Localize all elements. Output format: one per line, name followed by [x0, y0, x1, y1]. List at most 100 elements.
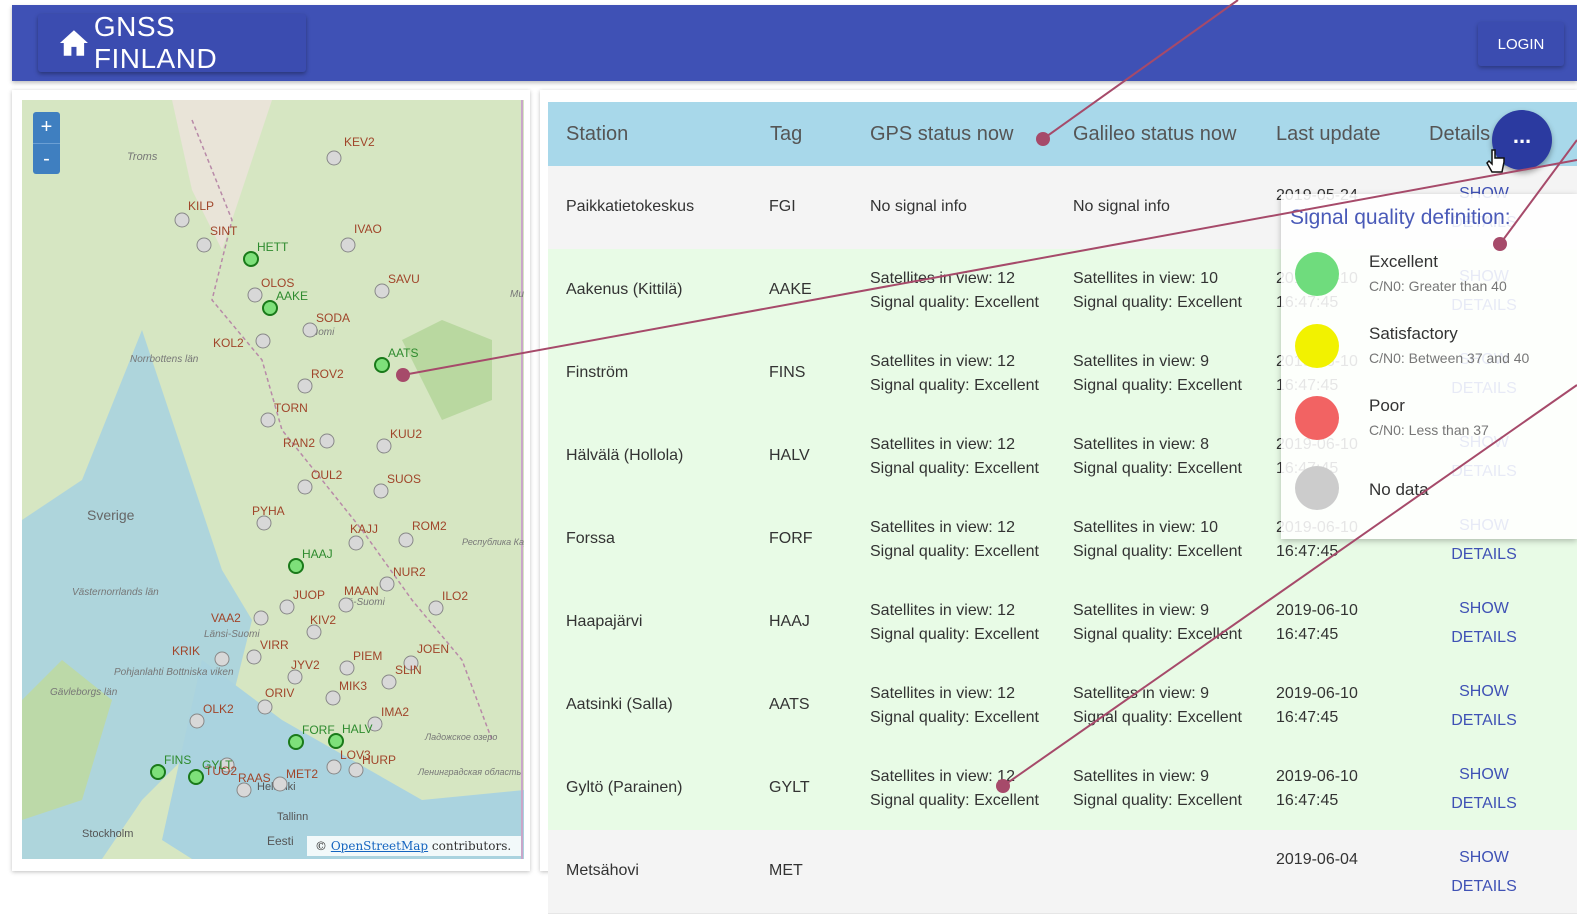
- station-label: VIRR: [260, 638, 289, 652]
- station-label: ORIV: [265, 686, 294, 700]
- station-name: Paikkatietokeskus: [566, 197, 695, 215]
- home-button[interactable]: GNSS FINLAND: [38, 11, 306, 74]
- map-svg[interactable]: Troms Norrbottens län Sverige Västernorr…: [22, 100, 524, 859]
- region-label: Республика Карелия: [462, 537, 524, 547]
- legend-item: No data: [1295, 466, 1575, 516]
- station-label: RAAS: [238, 771, 271, 785]
- station-label: SAVU: [388, 272, 420, 286]
- legend-dot: [1295, 466, 1339, 510]
- gps-status: Satellites in view: 12 Signal quality: Ex…: [870, 767, 1039, 809]
- station-label: HURP: [362, 753, 396, 767]
- station-label: ROM2: [412, 519, 447, 533]
- station-label: JUOP: [293, 588, 325, 602]
- mouse-cursor-icon: [1486, 149, 1505, 173]
- station-label: KRIK: [172, 644, 200, 658]
- station-map[interactable]: Troms Norrbottens län Sverige Västernorr…: [22, 100, 524, 859]
- station-label: OUL2: [311, 468, 343, 482]
- galileo-status: Satellites in view: 8 Signal quality: Exc…: [1073, 435, 1242, 477]
- station-label: AATS: [388, 346, 418, 360]
- galileo-status: Satellites in view: 9 Signal quality: Exc…: [1073, 601, 1242, 643]
- galileo-status: No signal info: [1073, 197, 1170, 215]
- gps-status: Satellites in view: 12 Signal quality: Ex…: [870, 269, 1039, 311]
- station-tag: FGI: [769, 197, 796, 215]
- station-name: Gyltö (Parainen): [566, 778, 683, 796]
- galileo-status: Satellites in view: 9 Signal quality: Exc…: [1073, 684, 1242, 726]
- show-details-link[interactable]: SHOWDETAILS: [1440, 677, 1528, 735]
- last-update: 2019-06-1016:47:45: [1276, 601, 1358, 643]
- station-marker-ran2[interactable]: RAN2: [283, 433, 335, 450]
- station-label: SLIN: [395, 663, 422, 677]
- header-galileo[interactable]: Galileo status now: [1073, 102, 1236, 166]
- region-label: Pohjanlahti Bottniska viken: [114, 667, 234, 678]
- station-label: JYV2: [291, 658, 320, 672]
- station-label: VAA2: [211, 611, 241, 625]
- header-last-update[interactable]: Last update: [1276, 102, 1381, 166]
- station-label: KIV2: [310, 613, 336, 627]
- zoom-out-button[interactable]: -: [33, 143, 60, 175]
- station-label: IVAO: [354, 222, 382, 236]
- gps-status: Satellites in view: 12 Signal quality: Ex…: [870, 601, 1039, 643]
- header-tag[interactable]: Tag: [770, 102, 802, 166]
- region-label: Gävleborgs län: [50, 687, 118, 698]
- region-label: Länsi-Suomi: [204, 629, 260, 640]
- table-row: Metsähovi MET 2019-06-04 SHOW DETAILS: [548, 830, 1577, 914]
- region-label: Mu: [510, 289, 524, 300]
- region-label: Eesti: [267, 834, 294, 848]
- region-label: Sverige: [87, 507, 135, 523]
- table-header: Station Tag GPS status now Galileo statu…: [548, 102, 1577, 166]
- osm-link[interactable]: OpenStreetMap: [331, 839, 428, 853]
- station-label: SODA: [316, 311, 350, 325]
- signal-quality-popup: Signal quality definition: Excellent C/N…: [1281, 194, 1577, 539]
- station-marker-vaa2[interactable]: VAA2: [211, 610, 269, 626]
- header-details: Details: [1429, 123, 1491, 145]
- galileo-status: Satellites in view: 9 Signal quality: Exc…: [1073, 352, 1242, 394]
- header-station[interactable]: Station: [566, 102, 628, 166]
- station-label: TORN: [274, 401, 308, 415]
- legend-dot: [1295, 324, 1339, 368]
- station-tag: FINS: [769, 363, 806, 381]
- legend-desc: C/N0: Between 37 and 40: [1369, 350, 1530, 366]
- station-label: KOL2: [213, 336, 244, 350]
- login-button[interactable]: LOGIN: [1478, 22, 1564, 66]
- station-label: JOEN: [417, 642, 449, 656]
- station-name: Hälvälä (Hollola): [566, 446, 684, 464]
- last-update: 2019-06-1016:47:45: [1276, 684, 1358, 726]
- station-label: AAKE: [276, 289, 308, 303]
- station-label: IMA2: [381, 705, 409, 719]
- station-tag: GYLT: [769, 778, 810, 796]
- legend-item: Poor C/N0: Less than 37: [1295, 396, 1575, 446]
- station-tag: AATS: [769, 695, 810, 713]
- station-label: KAJJ: [350, 522, 378, 536]
- gps-status: Satellites in view: 12 Signal quality: Ex…: [870, 684, 1039, 726]
- station-label: HETT: [257, 240, 289, 254]
- map-attribution: © OpenStreetMap contributors.: [307, 836, 521, 856]
- station-name: Aakenus (Kittilä): [566, 280, 683, 298]
- show-details-link[interactable]: SHOWDETAILS: [1440, 760, 1528, 818]
- station-label: FORF: [302, 723, 335, 737]
- gps-status: Satellites in view: 12 Signal quality: Ex…: [870, 435, 1039, 477]
- station-label: SUOS: [387, 472, 421, 486]
- station-label: NUR2: [393, 565, 426, 579]
- station-label: GYLT: [202, 758, 233, 772]
- station-label: RAN2: [283, 436, 315, 450]
- station-label: MET2: [286, 767, 318, 781]
- zoom-in-button[interactable]: +: [33, 112, 60, 143]
- header-gps[interactable]: GPS status now: [870, 102, 1013, 166]
- legend-item: Excellent C/N0: Greater than 40: [1295, 252, 1575, 302]
- station-label: ILO2: [442, 589, 468, 603]
- region-label: Tallinn: [277, 811, 308, 823]
- station-label: FINS: [164, 753, 191, 767]
- station-marker-kol2[interactable]: KOL2: [213, 333, 271, 350]
- gps-status: Satellites in view: 12 Signal quality: Ex…: [870, 352, 1039, 394]
- station-label: HALV: [342, 722, 372, 736]
- station-label: KILP: [188, 199, 214, 213]
- region-label: Västernorrlands län: [72, 587, 159, 598]
- station-label: OLK2: [203, 702, 234, 716]
- region-label: Ладожское озеро: [424, 732, 497, 742]
- legend-name: Poor: [1369, 396, 1405, 415]
- station-tag: HALV: [769, 446, 810, 464]
- galileo-status: Satellites in view: 10 Signal quality: Ex…: [1073, 269, 1242, 311]
- region-label: Stockholm: [82, 828, 133, 840]
- show-details-link[interactable]: SHOWDETAILS: [1440, 594, 1528, 652]
- show-details-link[interactable]: SHOWDETAILS: [1440, 843, 1528, 901]
